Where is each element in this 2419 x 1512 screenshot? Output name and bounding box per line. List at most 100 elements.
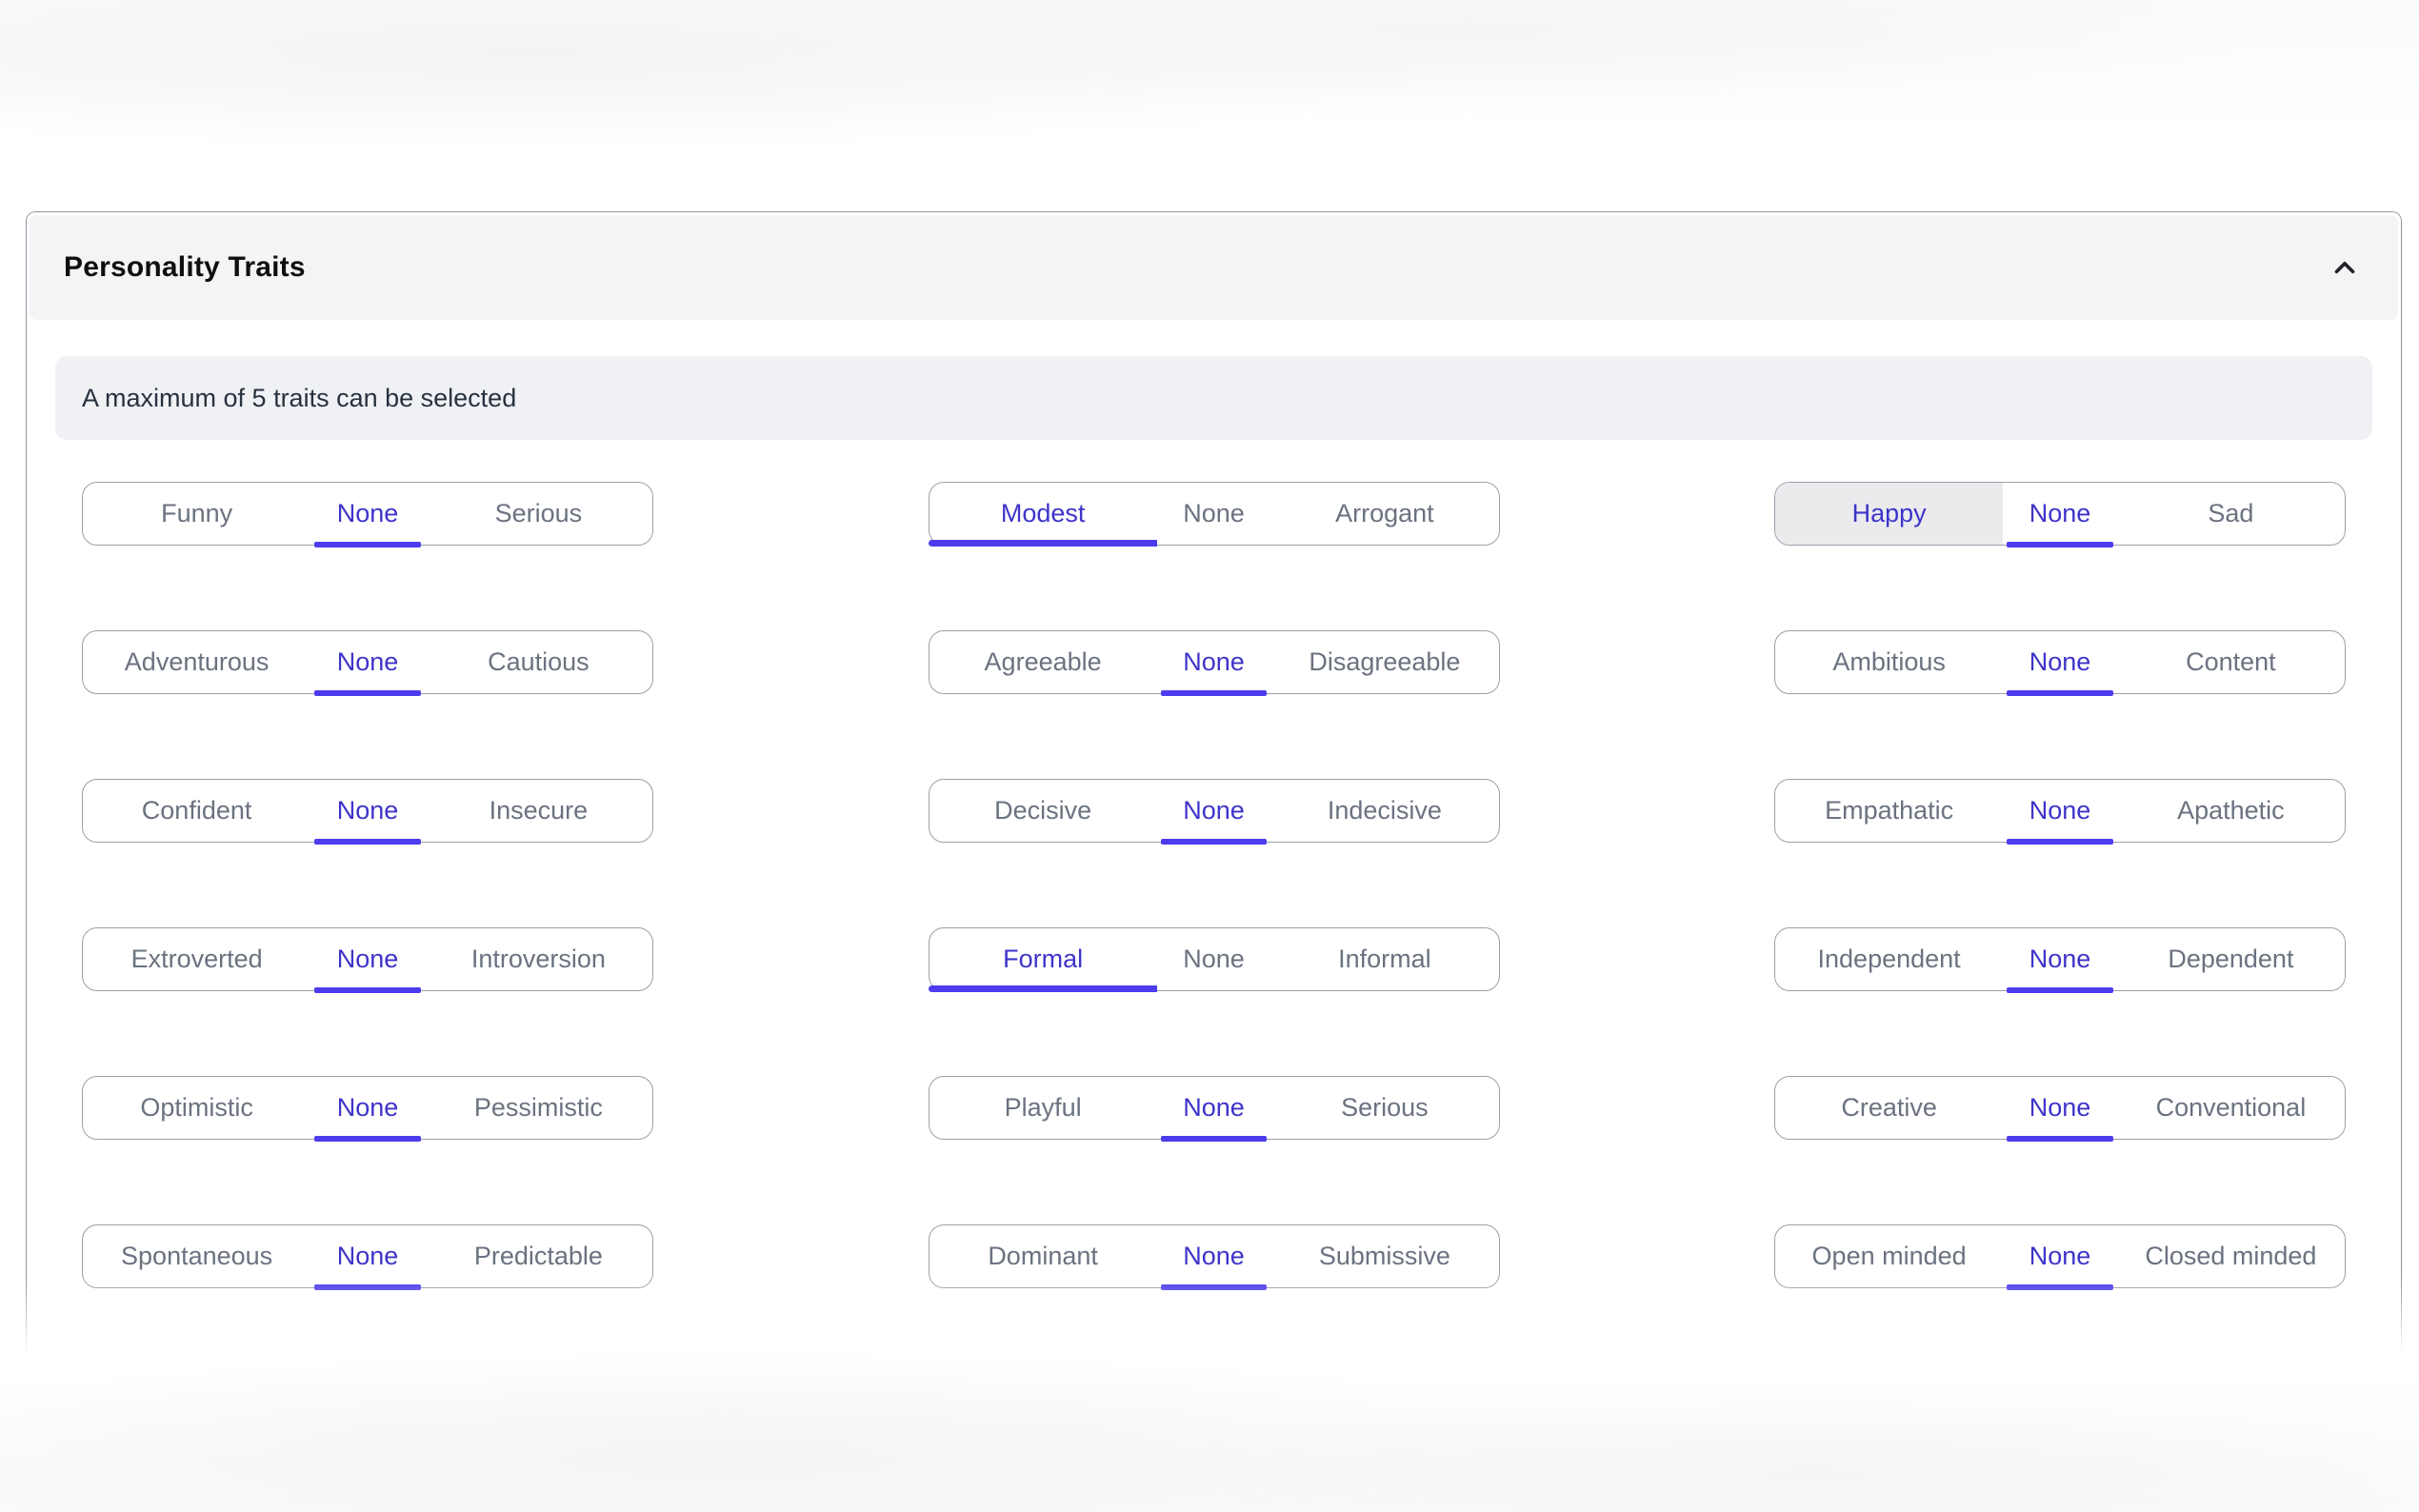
trait-option-left[interactable]: Modest [930, 483, 1157, 545]
traits-grid: Funny None Serious Modest None Arrogant … [55, 482, 2372, 1288]
trait-option-right[interactable]: Closed minded [2117, 1225, 2345, 1287]
trait-group: Modest None Arrogant [929, 482, 1500, 546]
trait-option-none[interactable]: None [1157, 483, 1271, 545]
trait-option-left[interactable]: Formal [930, 928, 1157, 990]
trait-option-left-label: Playful [1005, 1093, 1082, 1123]
trait-option-none-label: None [1183, 945, 1245, 974]
trait-option-right[interactable]: Disagreeable [1270, 631, 1498, 693]
selected-indicator [2007, 987, 2113, 993]
trait-option-none[interactable]: None [2003, 780, 2117, 842]
trait-option-left[interactable]: Agreeable [930, 631, 1157, 693]
trait-group: Funny None Serious [82, 482, 653, 546]
trait-option-left[interactable]: Optimistic [83, 1077, 310, 1139]
selected-indicator [314, 1284, 421, 1290]
trait-option-left[interactable]: Empathatic [1775, 780, 2003, 842]
trait-option-left[interactable]: Open minded [1775, 1225, 2003, 1287]
trait-option-left[interactable]: Independent [1775, 928, 2003, 990]
trait-option-right[interactable]: Sad [2117, 483, 2345, 545]
trait-option-none[interactable]: None [310, 631, 425, 693]
trait-option-none-label: None [2029, 945, 2091, 974]
selected-indicator [314, 542, 421, 547]
trait-option-right[interactable]: Submissive [1270, 1225, 1498, 1287]
trait-option-right[interactable]: Dependent [2117, 928, 2345, 990]
trait-option-left-label: Empathatic [1825, 796, 1953, 826]
trait-option-none[interactable]: None [1157, 780, 1271, 842]
trait-option-right[interactable]: Informal [1270, 928, 1498, 990]
trait-option-none-label: None [2029, 796, 2091, 826]
trait-option-left[interactable]: Adventurous [83, 631, 310, 693]
trait-option-none[interactable]: None [2003, 631, 2117, 693]
trait-option-left-label: Open minded [1812, 1242, 1967, 1271]
selected-indicator [2007, 1136, 2113, 1142]
trait-option-right[interactable]: Pessimistic [425, 1077, 652, 1139]
trait-group: Agreeable None Disagreeable [929, 630, 1500, 694]
selected-indicator [2007, 1284, 2113, 1290]
trait-option-none[interactable]: None [310, 1077, 425, 1139]
trait-option-none[interactable]: None [2003, 928, 2117, 990]
trait-option-left[interactable]: Confident [83, 780, 310, 842]
trait-option-left[interactable]: Ambitious [1775, 631, 2003, 693]
trait-option-right[interactable]: Serious [1270, 1077, 1498, 1139]
trait-option-left-label: Ambitious [1832, 647, 1946, 677]
selected-indicator [2007, 839, 2113, 845]
trait-group: Formal None Informal [929, 927, 1500, 991]
trait-option-left[interactable]: Decisive [930, 780, 1157, 842]
trait-option-none-label: None [337, 499, 399, 528]
trait-option-right[interactable]: Introversion [425, 928, 652, 990]
selected-indicator [2007, 690, 2113, 696]
trait-option-none-label: None [337, 945, 399, 974]
trait-option-none-label: None [337, 1242, 399, 1271]
panel-header[interactable]: Personality Traits [30, 215, 2398, 320]
trait-option-left[interactable]: Funny [83, 483, 310, 545]
trait-option-right-label: Content [2186, 647, 2276, 677]
trait-option-right[interactable]: Conventional [2117, 1077, 2345, 1139]
trait-option-left-label: Adventurous [125, 647, 270, 677]
trait-group: Ambitious None Content [1774, 630, 2346, 694]
trait-option-left[interactable]: Spontaneous [83, 1225, 310, 1287]
trait-option-right-label: Submissive [1319, 1242, 1450, 1271]
trait-option-left[interactable]: Happy [1775, 483, 2003, 545]
trait-option-none[interactable]: None [2003, 483, 2117, 545]
trait-option-right[interactable]: Predictable [425, 1225, 652, 1287]
trait-option-left[interactable]: Creative [1775, 1077, 2003, 1139]
trait-option-left-label: Confident [142, 796, 252, 826]
trait-option-right-label: Conventional [2156, 1093, 2307, 1123]
trait-option-none[interactable]: None [1157, 1077, 1271, 1139]
trait-option-none-label: None [1183, 1242, 1245, 1271]
trait-option-right-label: Indecisive [1328, 796, 1442, 826]
trait-option-none-label: None [2029, 499, 2091, 528]
trait-option-left-label: Creative [1841, 1093, 1937, 1123]
trait-option-none[interactable]: None [2003, 1225, 2117, 1287]
trait-option-left-label: Funny [161, 499, 232, 528]
trait-option-right[interactable]: Serious [425, 483, 652, 545]
trait-option-right[interactable]: Indecisive [1270, 780, 1498, 842]
chevron-up-icon[interactable] [2326, 249, 2364, 287]
trait-group: Extroverted None Introversion [82, 927, 653, 991]
trait-option-right-label: Introversion [471, 945, 606, 974]
trait-option-left[interactable]: Playful [930, 1077, 1157, 1139]
trait-option-none[interactable]: None [2003, 1077, 2117, 1139]
trait-option-none[interactable]: None [1157, 928, 1271, 990]
trait-option-none[interactable]: None [310, 1225, 425, 1287]
trait-option-left[interactable]: Extroverted [83, 928, 310, 990]
trait-option-right-label: Sad [2208, 499, 2253, 528]
trait-option-right[interactable]: Content [2117, 631, 2345, 693]
trait-option-none[interactable]: None [1157, 1225, 1271, 1287]
trait-option-right[interactable]: Apathetic [2117, 780, 2345, 842]
trait-option-none[interactable]: None [1157, 631, 1271, 693]
trait-group: Creative None Conventional [1774, 1076, 2346, 1140]
trait-option-none[interactable]: None [310, 928, 425, 990]
trait-option-none-label: None [1183, 796, 1245, 826]
trait-option-none[interactable]: None [310, 483, 425, 545]
trait-option-left-label: Extroverted [131, 945, 263, 974]
trait-option-none[interactable]: None [310, 780, 425, 842]
trait-option-right-label: Serious [495, 499, 583, 528]
trait-option-right-label: Insecure [490, 796, 589, 826]
trait-option-right[interactable]: Cautious [425, 631, 652, 693]
selected-indicator [1161, 1136, 1268, 1142]
trait-option-right-label: Apathetic [2177, 796, 2285, 826]
trait-group: Playful None Serious [929, 1076, 1500, 1140]
trait-option-right[interactable]: Arrogant [1270, 483, 1498, 545]
trait-option-left[interactable]: Dominant [930, 1225, 1157, 1287]
trait-option-right[interactable]: Insecure [425, 780, 652, 842]
